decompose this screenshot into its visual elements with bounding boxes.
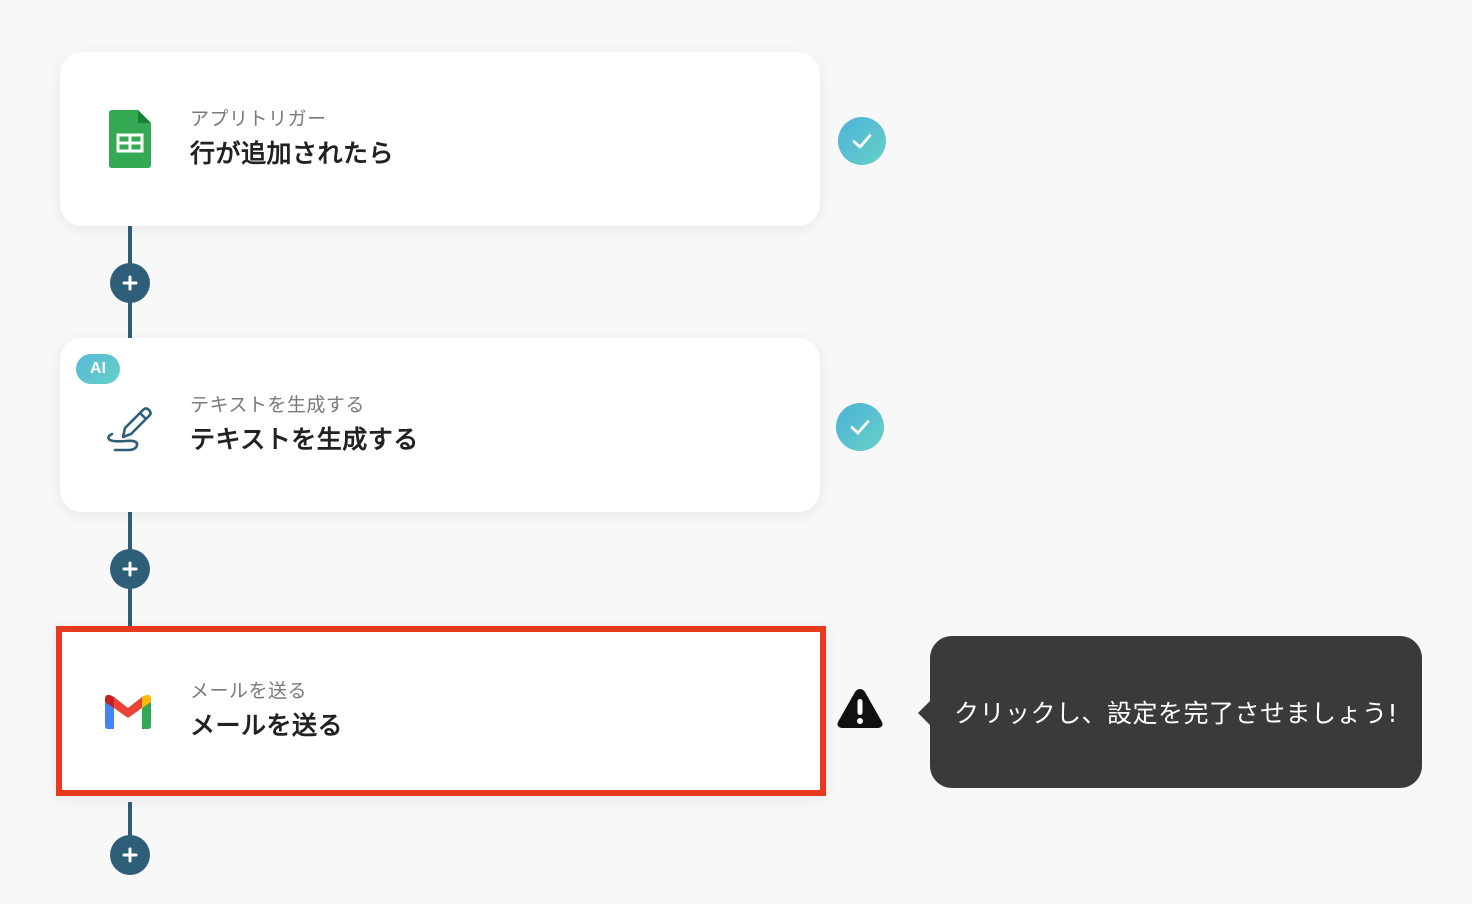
plus-icon — [122, 561, 138, 577]
add-step-button[interactable] — [110, 263, 150, 303]
add-step-button[interactable] — [110, 835, 150, 875]
warning-icon — [836, 686, 884, 730]
step-subtitle: アプリトリガー — [190, 108, 327, 130]
setup-tooltip: クリックし、設定を完了させましょう! — [930, 636, 1422, 788]
tooltip-text: クリックし、設定を完了させましょう! — [953, 699, 1399, 728]
step-subtitle: メールを送る — [190, 680, 308, 702]
add-step-button[interactable] — [110, 549, 150, 589]
gmail-icon — [98, 681, 158, 741]
step-title: テキストを生成する — [190, 425, 419, 454]
plus-icon — [122, 275, 138, 291]
check-icon — [838, 117, 886, 165]
step-card-trigger[interactable]: アプリトリガー 行が追加されたら — [60, 52, 820, 226]
pen-line-icon — [100, 395, 160, 455]
step-subtitle: テキストを生成する — [190, 394, 365, 416]
ai-badge: AI — [76, 354, 120, 384]
step-card-send-email[interactable]: メールを送る メールを送る — [56, 626, 826, 796]
step-title: 行が追加されたら — [190, 139, 395, 168]
check-icon — [836, 403, 884, 451]
google-sheets-icon — [100, 109, 160, 169]
step-title: メールを送る — [190, 711, 344, 740]
plus-icon — [122, 847, 138, 863]
step-card-generate-text[interactable]: AI テキストを生成する テキストを生成する — [60, 338, 820, 512]
